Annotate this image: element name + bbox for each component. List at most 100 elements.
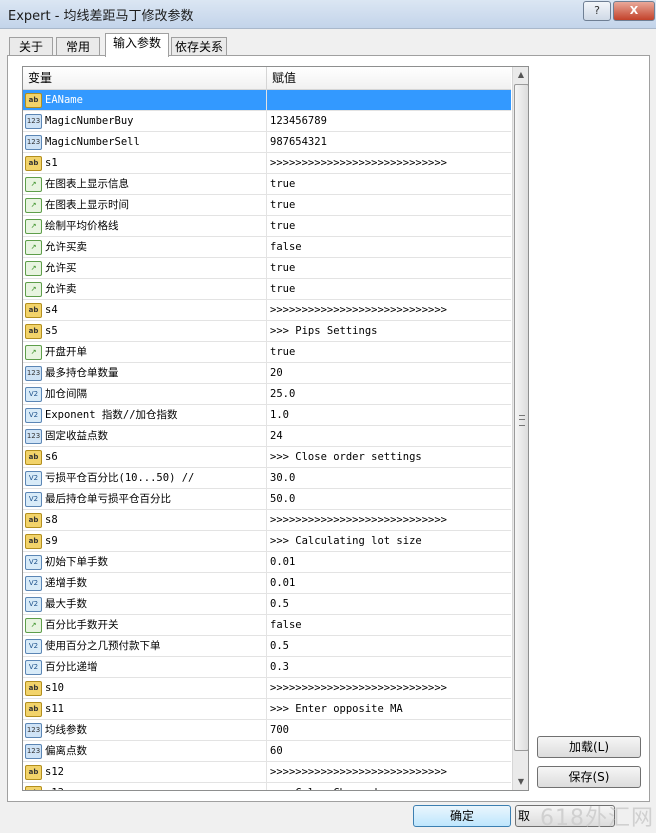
parameter-row[interactable]: ab s1 >>>>>>>>>>>>>>>>>>>>>>>>>>>> (23, 153, 511, 174)
column-header-variable[interactable]: 变量 (23, 67, 267, 89)
parameter-row[interactable]: V2 使用百分之几预付款下单 0.5 (23, 636, 511, 657)
parameter-value[interactable]: >>>>>>>>>>>>>>>>>>>>>>>>>>>> (270, 510, 508, 530)
title-bar[interactable]: Expert - 均线差距马丁修改参数 ? X (0, 0, 656, 29)
parameter-value[interactable]: true (270, 279, 508, 299)
parameter-value[interactable]: 24 (270, 426, 508, 446)
parameter-row[interactable]: 123 MagicNumberBuy 123456789 (23, 111, 511, 132)
parameter-row[interactable]: V2 Exponent 指数//加仓指数 1.0 (23, 405, 511, 426)
parameter-value[interactable]: true (270, 174, 508, 194)
column-divider (266, 384, 267, 404)
parameter-value[interactable]: 25.0 (270, 384, 508, 404)
save-button[interactable]: 保存(S) (537, 766, 641, 788)
integer-type-icon: 123 (25, 366, 42, 381)
parameter-value[interactable]: 50.0 (270, 489, 508, 509)
column-divider (266, 783, 267, 790)
column-header-value[interactable]: 赋值 (267, 67, 512, 89)
parameter-row[interactable]: ↗ 开盘开单 true (23, 342, 511, 363)
parameter-value[interactable]: 0.5 (270, 594, 508, 614)
parameter-row[interactable]: V2 递增手数 0.01 (23, 573, 511, 594)
parameter-row[interactable]: 123 均线参数 700 (23, 720, 511, 741)
parameter-value-text: 30.0 (270, 472, 296, 484)
parameter-value[interactable]: 123456789 (270, 111, 508, 131)
help-button[interactable]: ? (583, 1, 611, 21)
parameter-value[interactable]: true (270, 195, 508, 215)
parameter-value[interactable] (270, 90, 508, 110)
parameter-row[interactable]: V2 亏损平仓百分比(10...50) // 30.0 (23, 468, 511, 489)
tab-inputs[interactable]: 输入参数 (105, 33, 169, 57)
parameter-value[interactable]: 60 (270, 741, 508, 761)
tab-about[interactable]: 关于 (9, 37, 53, 56)
parameter-row[interactable]: 123 MagicNumberSell 987654321 (23, 132, 511, 153)
bool-type-icon: ↗ (25, 219, 42, 234)
parameter-value-text: >>> Pips Settings (270, 325, 378, 337)
parameter-row[interactable]: V2 最后持仓单亏损平仓百分比 50.0 (23, 489, 511, 510)
parameter-row[interactable]: ↗ 在图表上显示时间 true (23, 195, 511, 216)
parameter-value[interactable]: true (270, 216, 508, 236)
tab-dependencies[interactable]: 依存关系 (171, 37, 227, 56)
parameter-value[interactable]: true (270, 342, 508, 362)
parameter-row[interactable]: 123 偏离点数 60 (23, 741, 511, 762)
parameter-value[interactable]: >>> Close order settings (270, 447, 508, 467)
parameter-row[interactable]: ↗ 允许卖 true (23, 279, 511, 300)
parameter-row[interactable]: ↗ 在图表上显示信息 true (23, 174, 511, 195)
parameter-row[interactable]: ab s12 >>>>>>>>>>>>>>>>>>>>>>>>>>>> (23, 762, 511, 783)
parameter-value[interactable]: 20 (270, 363, 508, 383)
ok-button[interactable]: 确定 (413, 805, 511, 827)
parameter-row[interactable]: ab s8 >>>>>>>>>>>>>>>>>>>>>>>>>>>> (23, 510, 511, 531)
parameter-value[interactable]: 987654321 (270, 132, 508, 152)
parameter-row[interactable]: ab s5 >>> Pips Settings (23, 321, 511, 342)
parameter-row[interactable]: ↗ 允许买 true (23, 258, 511, 279)
parameter-value-text: 123456789 (270, 115, 327, 127)
parameter-value[interactable]: >>> Color Changed (270, 783, 508, 790)
parameter-row[interactable]: 123 最多持仓单数量 20 (23, 363, 511, 384)
parameter-row[interactable]: V2 加仓间隔 25.0 (23, 384, 511, 405)
parameter-value[interactable]: 1.0 (270, 405, 508, 425)
parameter-row[interactable]: V2 百分比递增 0.3 (23, 657, 511, 678)
parameter-value-text: >>>>>>>>>>>>>>>>>>>>>>>>>>>> (270, 766, 448, 778)
parameter-row[interactable]: 123 固定收益点数 24 (23, 426, 511, 447)
parameter-value[interactable]: false (270, 237, 508, 257)
string-type-icon: ab (25, 681, 42, 696)
parameter-value-text: >>> Color Changed (270, 787, 377, 790)
parameter-value[interactable]: true (270, 258, 508, 278)
parameter-value[interactable]: 0.5 (270, 636, 508, 656)
scroll-up-icon[interactable]: ▲ (513, 67, 528, 83)
parameter-row[interactable]: ↗ 允许买卖 false (23, 237, 511, 258)
parameter-row[interactable]: V2 初始下单手数 0.01 (23, 552, 511, 573)
parameter-value-text: >>>>>>>>>>>>>>>>>>>>>>>>>>>> (270, 514, 448, 526)
parameter-value[interactable]: false (270, 615, 508, 635)
parameter-row[interactable]: ab s10 >>>>>>>>>>>>>>>>>>>>>>>>>>>> (23, 678, 511, 699)
parameter-value[interactable]: 30.0 (270, 468, 508, 488)
parameter-value[interactable]: 0.3 (270, 657, 508, 677)
parameter-row[interactable]: abs13 >>> Color Changed (23, 783, 511, 790)
parameter-row[interactable]: ab s4 >>>>>>>>>>>>>>>>>>>>>>>>>>>> (23, 300, 511, 321)
parameter-row[interactable]: ab s9 >>> Calculating lot size (23, 531, 511, 552)
parameter-row[interactable]: ab s6 >>> Close order settings (23, 447, 511, 468)
load-button[interactable]: 加载(L) (537, 736, 641, 758)
scroll-down-icon[interactable]: ▼ (513, 774, 528, 790)
parameter-value[interactable]: >>> Calculating lot size (270, 531, 508, 551)
parameter-row[interactable]: ↗ 绘制平均价格线 true (23, 216, 511, 237)
scroll-thumb[interactable] (514, 84, 528, 751)
parameter-value[interactable]: >>> Enter opposite MA (270, 699, 508, 719)
parameter-name: 开盘开单 (45, 346, 87, 358)
parameter-value[interactable]: >>>>>>>>>>>>>>>>>>>>>>>>>>>> (270, 678, 508, 698)
parameter-value[interactable]: >>>>>>>>>>>>>>>>>>>>>>>>>>>> (270, 300, 508, 320)
column-divider (266, 636, 267, 656)
parameter-value[interactable]: 0.01 (270, 573, 508, 593)
parameter-row[interactable]: ab s11 >>> Enter opposite MA (23, 699, 511, 720)
parameter-row[interactable]: ab EAName (23, 90, 511, 111)
parameter-value[interactable]: >>> Pips Settings (270, 321, 508, 341)
tab-common[interactable]: 常用 (56, 37, 100, 56)
parameter-value[interactable]: >>>>>>>>>>>>>>>>>>>>>>>>>>>> (270, 153, 508, 173)
double-type-icon: V2 (25, 408, 42, 423)
parameter-value[interactable]: >>>>>>>>>>>>>>>>>>>>>>>>>>>> (270, 762, 508, 782)
parameter-row[interactable]: ↗ 百分比手数开关 false (23, 615, 511, 636)
parameter-row[interactable]: V2 最大手数 0.5 (23, 594, 511, 615)
parameter-value[interactable]: 700 (270, 720, 508, 740)
parameters-list[interactable]: 变量 赋值 ab EAName 123 MagicNumberBuy 123456789… (22, 66, 529, 791)
close-button[interactable]: X (613, 1, 655, 21)
parameter-name: 固定收益点数 (45, 430, 108, 442)
vertical-scrollbar[interactable]: ▲ ▼ (512, 67, 528, 790)
parameter-value[interactable]: 0.01 (270, 552, 508, 572)
